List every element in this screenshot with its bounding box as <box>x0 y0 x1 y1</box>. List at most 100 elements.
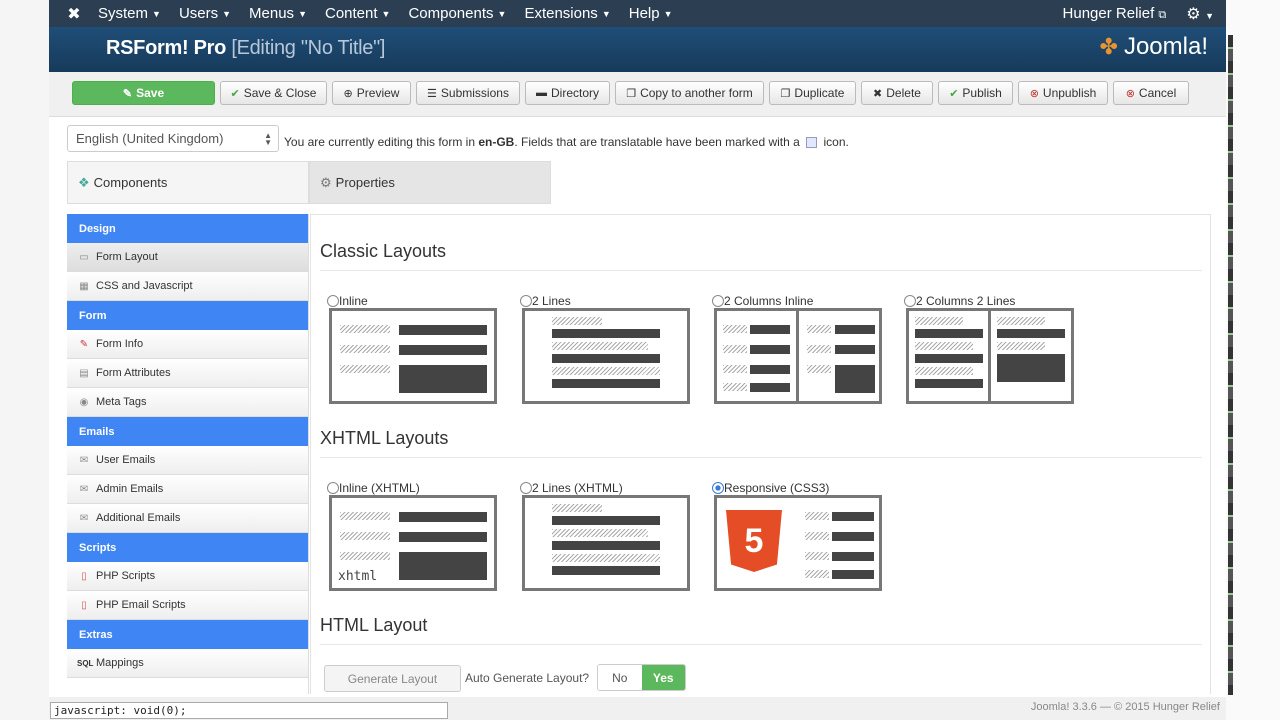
layout-option-2-columns-2-lines[interactable]: 2 Columns 2 Lines <box>904 294 1074 404</box>
gear-icon[interactable]: ⚙ ▼ <box>1186 4 1214 24</box>
layout-option-inline[interactable]: Inline <box>327 294 497 404</box>
cancel-button[interactable]: ⊗ Cancel <box>1113 81 1189 105</box>
inline-xhtml-layout-preview: xhtml <box>329 495 497 591</box>
layout-option-inline-xhtml[interactable]: Inline (XHTML) xhtml <box>327 481 497 591</box>
radio-2-lines[interactable] <box>520 295 532 307</box>
close-icon: ✖ <box>873 87 883 100</box>
sidebar-item-user-emails[interactable]: ✉ User Emails <box>67 446 308 475</box>
edit-icon: ✎ <box>122 87 133 100</box>
toggle-yes[interactable]: Yes <box>641 665 685 690</box>
language-select[interactable]: English (United Kingdom) ▲ ▼ <box>67 125 279 152</box>
save-close-button[interactable]: ✔ Save & Close <box>220 81 327 105</box>
generate-layout-button[interactable]: Generate Layout <box>324 665 461 692</box>
sidebar-item-php-email-scripts[interactable]: ▯ PHP Email Scripts <box>67 591 308 620</box>
radio-responsive[interactable] <box>712 482 724 494</box>
attributes-icon: ▤ <box>79 367 89 379</box>
menubar-right: Hunger Relief ⧉ ⚙ ▼ <box>1063 4 1226 24</box>
layout-option-responsive[interactable]: Responsive (CSS3) 5 <box>712 481 882 591</box>
menu-system[interactable]: System ▼ <box>89 5 170 22</box>
radio-inline-xhtml[interactable] <box>327 482 339 494</box>
code-icon: ▦ <box>79 280 89 292</box>
sidebar-header-scripts: Scripts <box>67 533 308 562</box>
meta-tags-icon: ◉ <box>79 396 89 408</box>
layout-option-2-lines-xhtml[interactable]: 2 Lines (XHTML) <box>520 481 690 591</box>
sidebar-header-extras: Extras <box>67 620 308 649</box>
2-lines-layout-preview <box>522 308 690 404</box>
menu-users[interactable]: Users ▼ <box>170 5 240 22</box>
layout-icon: ▭ <box>79 251 89 263</box>
additional-email-icon: ✉ <box>79 512 89 524</box>
publish-button[interactable]: ✔ Publish <box>938 81 1013 105</box>
check-icon: ✔ <box>230 87 240 100</box>
admin-email-icon: ✉ <box>79 483 89 495</box>
site-link[interactable]: Hunger Relief ⧉ <box>1063 5 1187 22</box>
copy-icon: ❐ <box>626 87 637 100</box>
sidebar-item-form-attributes[interactable]: ▤ Form Attributes <box>67 359 308 388</box>
sidebar-item-php-scripts[interactable]: ▯ PHP Scripts <box>67 562 308 591</box>
sidebar-header-form: Form <box>67 301 308 330</box>
radio-2-lines-xhtml[interactable] <box>520 482 532 494</box>
joomla-menu-icon[interactable]: ✖ <box>49 4 89 24</box>
save-button[interactable]: ✎ Save <box>72 81 215 105</box>
layout-option-2-columns-inline[interactable]: 2 Columns Inline <box>712 294 882 404</box>
sidebar-item-form-info[interactable]: ✎ Form Info <box>67 330 308 359</box>
tab-components[interactable]: ❖ Components <box>67 161 309 204</box>
select-arrows-icon: ▲ ▼ <box>264 131 272 147</box>
joomla-logo: ✤ Joomla! <box>1099 33 1208 60</box>
caret-down-icon: ▼ <box>298 8 307 19</box>
menu-components[interactable]: Components ▼ <box>399 5 515 22</box>
sidebar-item-additional-emails[interactable]: ✉ Additional Emails <box>67 504 308 533</box>
external-link-icon: ⧉ <box>1158 9 1167 21</box>
main-menu: System ▼ Users ▼ Menus ▼ Content ▼ Component… <box>89 5 682 22</box>
unpublish-button[interactable]: ⊗ Unpublish <box>1018 81 1108 105</box>
content-area: English (United Kingdom) ▲ ▼ You are curre… <box>49 117 1226 697</box>
radio-inline[interactable] <box>327 295 339 307</box>
menu-content[interactable]: Content ▼ <box>316 5 399 22</box>
directory-button[interactable]: ▬ Directory <box>525 81 610 105</box>
menu-help[interactable]: Help ▼ <box>620 5 682 22</box>
caret-down-icon: ▼ <box>381 8 391 19</box>
caret-down-icon: ▼ <box>152 8 161 19</box>
copy-form-button[interactable]: ❐ Copy to another form <box>615 81 764 105</box>
sidebar-item-css-js[interactable]: ▦ CSS and Javascript <box>67 272 308 301</box>
sidebar-item-admin-emails[interactable]: ✉ Admin Emails <box>67 475 308 504</box>
php-icon: ▯ <box>81 570 87 582</box>
preview-button[interactable]: ⊕ Preview <box>332 81 411 105</box>
page-title: RSForm! Pro [Editing "No Title"] <box>106 37 386 59</box>
properties-icon: ⚙ <box>320 174 332 190</box>
classic-layouts-heading: Classic Layouts <box>320 241 1202 271</box>
caret-down-icon: ▼ <box>497 8 507 19</box>
form-info-icon: ✎ <box>79 338 89 350</box>
form-layout-panel: Classic Layouts Inline 2 Lines 2 Columns… <box>310 214 1211 694</box>
layout-option-2-lines[interactable]: 2 Lines <box>520 294 690 404</box>
sidebar-item-mappings[interactable]: SQL Mappings <box>67 649 308 678</box>
menu-menus[interactable]: Menus ▼ <box>240 5 316 22</box>
sidebar-item-meta-tags[interactable]: ◉ Meta Tags <box>67 388 308 417</box>
editor-tabs: ❖ Components ⚙ Properties <box>67 161 551 204</box>
duplicate-button[interactable]: ❐ Duplicate <box>769 81 856 105</box>
tab-properties[interactable]: ⚙ Properties <box>309 161 551 204</box>
plus-circle-icon: ⊕ <box>343 87 353 100</box>
submissions-button[interactable]: ☰ Submissions <box>416 81 520 105</box>
translatable-icon <box>806 137 818 148</box>
responsive-layout-preview: 5 <box>714 495 882 591</box>
joomla-logo-icon: ✤ <box>1099 34 1118 59</box>
xhtml-mark: xhtml <box>338 569 378 584</box>
php-email-icon: ▯ <box>81 599 87 611</box>
database-icon: ☰ <box>427 87 437 100</box>
menu-extensions[interactable]: Extensions ▼ <box>515 5 619 22</box>
inline-layout-preview <box>329 308 497 404</box>
2-columns-2-lines-layout-preview <box>906 308 1074 404</box>
sidebar-header-emails: Emails <box>67 417 308 446</box>
radio-2-columns-inline[interactable] <box>712 295 724 307</box>
window-edge <box>1226 0 1280 720</box>
sidebar-item-form-layout[interactable]: ▭ Form Layout <box>67 243 308 272</box>
radio-2-columns-2-lines[interactable] <box>904 295 916 307</box>
delete-button[interactable]: ✖ Delete <box>861 81 933 105</box>
toggle-no[interactable]: No <box>598 665 642 690</box>
admin-menubar: ✖ System ▼ Users ▼ Menus ▼ Content ▼ Compone… <box>49 0 1226 27</box>
caret-down-icon: ▼ <box>222 8 232 19</box>
xhtml-layouts-heading: XHTML Layouts <box>320 428 1202 458</box>
duplicate-icon: ❐ <box>780 87 791 100</box>
page-header: RSForm! Pro [Editing "No Title"] ✤ Joomla… <box>49 27 1226 72</box>
